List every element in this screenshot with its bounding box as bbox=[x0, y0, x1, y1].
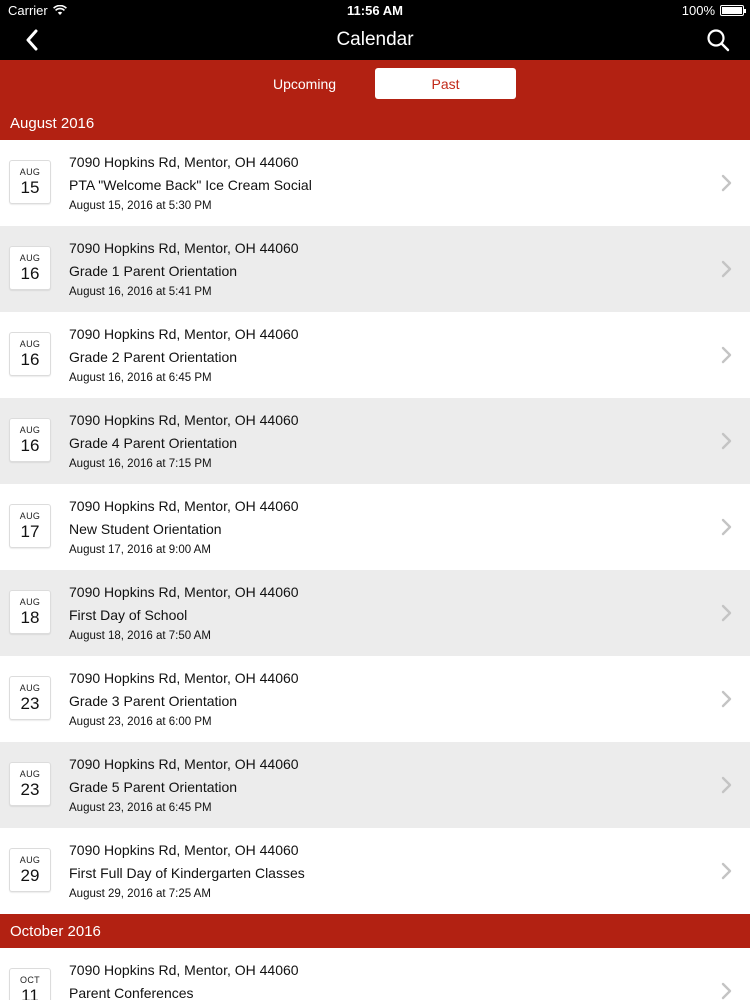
search-button[interactable] bbox=[704, 26, 732, 54]
date-badge: AUG 16 bbox=[9, 246, 51, 290]
event-datetime: August 18, 2016 at 7:50 AM bbox=[69, 630, 211, 642]
event-address: 7090 Hopkins Rd, Mentor, OH 44060 bbox=[69, 412, 299, 428]
event-datetime: August 23, 2016 at 6:45 PM bbox=[69, 802, 212, 814]
status-bar: Carrier 11:56 AM 100% bbox=[0, 0, 750, 20]
date-day: 11 bbox=[21, 986, 39, 1000]
date-day: 29 bbox=[20, 866, 40, 885]
chevron-right-icon bbox=[721, 604, 732, 622]
event-row[interactable]: AUG 18 7090 Hopkins Rd, Mentor, OH 44060… bbox=[0, 570, 750, 656]
date-day: 23 bbox=[20, 694, 40, 713]
event-title: Grade 1 Parent Orientation bbox=[69, 263, 238, 279]
event-address: 7090 Hopkins Rd, Mentor, OH 44060 bbox=[69, 756, 299, 772]
status-time: 11:56 AM bbox=[347, 3, 403, 18]
date-month: OCT bbox=[20, 975, 40, 985]
chevron-right-icon bbox=[721, 260, 732, 278]
event-row[interactable]: AUG 17 7090 Hopkins Rd, Mentor, OH 44060… bbox=[0, 484, 750, 570]
date-badge: AUG 16 bbox=[9, 418, 51, 462]
event-address: 7090 Hopkins Rd, Mentor, OH 44060 bbox=[69, 326, 299, 342]
chevron-right-icon bbox=[721, 690, 732, 708]
event-title: PTA "Welcome Back" Ice Cream Social bbox=[69, 177, 312, 193]
date-day: 16 bbox=[20, 350, 40, 369]
event-row[interactable]: AUG 16 7090 Hopkins Rd, Mentor, OH 44060… bbox=[0, 312, 750, 398]
event-row[interactable]: AUG 16 7090 Hopkins Rd, Mentor, OH 44060… bbox=[0, 226, 750, 312]
date-month: AUG bbox=[19, 339, 41, 349]
date-badge: AUG 18 bbox=[9, 590, 51, 634]
date-month: AUG bbox=[19, 855, 41, 865]
date-month: AUG bbox=[19, 769, 41, 779]
event-title: New Student Orientation bbox=[69, 521, 222, 537]
chevron-right-icon bbox=[721, 982, 732, 1000]
chevron-right-icon bbox=[721, 862, 732, 880]
battery-icon bbox=[720, 5, 746, 16]
date-badge: AUG 16 bbox=[9, 332, 51, 376]
event-address: 7090 Hopkins Rd, Mentor, OH 44060 bbox=[69, 962, 299, 978]
chevron-right-icon bbox=[721, 432, 732, 450]
event-datetime: August 16, 2016 at 5:41 PM bbox=[69, 286, 212, 298]
date-badge: AUG 23 bbox=[9, 676, 51, 720]
date-month: AUG bbox=[19, 425, 41, 435]
date-month: AUG bbox=[19, 597, 41, 607]
event-row[interactable]: AUG 29 7090 Hopkins Rd, Mentor, OH 44060… bbox=[0, 828, 750, 914]
event-title: Grade 2 Parent Orientation bbox=[69, 349, 238, 365]
event-row[interactable]: OCT 11 7090 Hopkins Rd, Mentor, OH 44060… bbox=[0, 948, 750, 1000]
tab-upcoming[interactable]: Upcoming bbox=[234, 68, 375, 99]
date-day: 23 bbox=[20, 780, 40, 799]
event-title: First Day of School bbox=[69, 607, 188, 623]
event-row[interactable]: AUG 15 7090 Hopkins Rd, Mentor, OH 44060… bbox=[0, 140, 750, 226]
event-datetime: August 16, 2016 at 6:45 PM bbox=[69, 372, 212, 384]
event-title: First Full Day of Kindergarten Classes bbox=[69, 865, 305, 881]
date-day: 16 bbox=[20, 264, 40, 283]
event-title: Grade 3 Parent Orientation bbox=[69, 693, 238, 709]
date-badge: AUG 15 bbox=[9, 160, 51, 204]
event-address: 7090 Hopkins Rd, Mentor, OH 44060 bbox=[69, 584, 299, 600]
date-day: 16 bbox=[20, 436, 40, 455]
date-month: AUG bbox=[19, 511, 41, 521]
event-datetime: August 16, 2016 at 7:15 PM bbox=[69, 458, 212, 470]
date-month: AUG bbox=[19, 253, 41, 263]
event-title: Grade 5 Parent Orientation bbox=[69, 779, 238, 795]
section-header: August 2016 bbox=[0, 106, 750, 140]
section-header: October 2016 bbox=[0, 914, 750, 948]
event-list: August 2016 AUG 15 7090 Hopkins Rd, Ment… bbox=[0, 106, 750, 1000]
chevron-right-icon bbox=[721, 174, 732, 192]
date-day: 18 bbox=[20, 608, 40, 627]
date-day: 17 bbox=[20, 522, 40, 541]
event-title: Parent Conferences bbox=[69, 985, 194, 1000]
date-month: AUG bbox=[19, 683, 41, 693]
event-row[interactable]: AUG 23 7090 Hopkins Rd, Mentor, OH 44060… bbox=[0, 742, 750, 828]
segmented-control: Upcoming Past bbox=[0, 60, 750, 106]
event-row[interactable]: AUG 23 7090 Hopkins Rd, Mentor, OH 44060… bbox=[0, 656, 750, 742]
event-datetime: August 17, 2016 at 9:00 AM bbox=[69, 544, 211, 556]
event-datetime: August 15, 2016 at 5:30 PM bbox=[69, 200, 212, 212]
date-badge: AUG 23 bbox=[9, 762, 51, 806]
tab-past[interactable]: Past bbox=[375, 68, 516, 99]
battery-percent: 100% bbox=[681, 3, 715, 18]
chevron-right-icon bbox=[721, 518, 732, 536]
event-address: 7090 Hopkins Rd, Mentor, OH 44060 bbox=[69, 498, 299, 514]
page-title: Calendar bbox=[336, 29, 414, 50]
search-icon bbox=[707, 29, 730, 52]
date-month: AUG bbox=[19, 167, 41, 177]
date-badge: AUG 29 bbox=[9, 848, 51, 892]
date-day: 15 bbox=[20, 178, 40, 197]
date-badge: OCT 11 bbox=[9, 968, 51, 1000]
battery-fill bbox=[722, 7, 742, 14]
event-datetime: August 23, 2016 at 6:00 PM bbox=[69, 716, 212, 728]
event-address: 7090 Hopkins Rd, Mentor, OH 44060 bbox=[69, 154, 299, 170]
event-datetime: August 29, 2016 at 7:25 AM bbox=[69, 888, 211, 900]
chevron-right-icon bbox=[721, 346, 732, 364]
event-address: 7090 Hopkins Rd, Mentor, OH 44060 bbox=[69, 670, 299, 686]
event-row[interactable]: AUG 16 7090 Hopkins Rd, Mentor, OH 44060… bbox=[0, 398, 750, 484]
date-badge: AUG 17 bbox=[9, 504, 51, 548]
event-title: Grade 4 Parent Orientation bbox=[69, 435, 238, 451]
event-address: 7090 Hopkins Rd, Mentor, OH 44060 bbox=[69, 240, 299, 256]
event-address: 7090 Hopkins Rd, Mentor, OH 44060 bbox=[69, 842, 299, 858]
nav-bar: Calendar bbox=[0, 20, 750, 60]
chevron-right-icon bbox=[721, 776, 732, 794]
